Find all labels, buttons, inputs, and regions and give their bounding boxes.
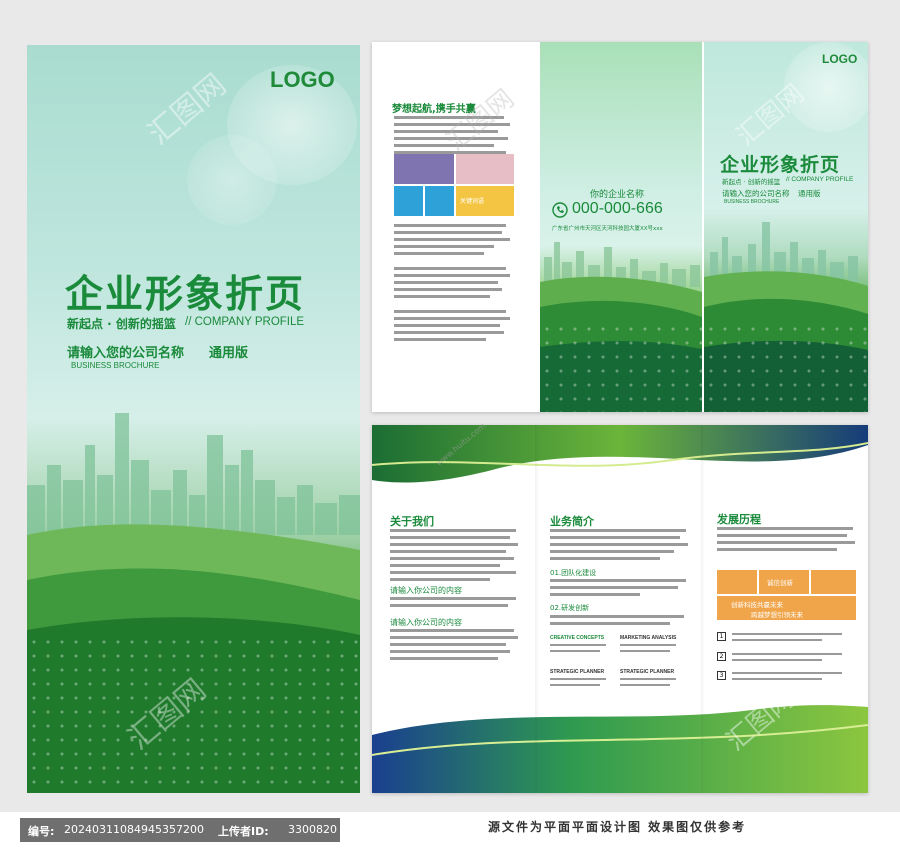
grid-title-3: STRATEGIC PLANNER: [550, 669, 605, 675]
phone-icon: [552, 202, 568, 218]
text-block: [620, 678, 680, 690]
footer-notice: 源文件为平面平面设计图 效果图仅供参考: [488, 820, 747, 834]
grid-title-4: STRATEGIC PLANNER: [620, 669, 675, 675]
cover-brochure-en: BUSINESS BROCHURE: [71, 361, 160, 370]
history-box-2: 创新科技共赢未来: [731, 601, 783, 609]
front-subtitle-en: // COMPANY PROFILE: [786, 176, 854, 183]
cover-company-prompt: 请输入您的公司名称: [67, 346, 185, 361]
front-subtitle-cn: 新起点 · 创新的摇篮: [722, 178, 781, 186]
tile-label: 关键词语: [460, 199, 485, 205]
text-block: [390, 529, 520, 585]
history-title: 发展历程: [717, 513, 761, 526]
cover-logo: LOGO: [270, 67, 335, 92]
about-title: 关于我们: [390, 515, 434, 528]
text-block: [732, 633, 852, 645]
text-block: [394, 224, 512, 345]
cover-subtitle-cn: 新起点 · 创新的摇篮: [67, 317, 176, 331]
history-tile: 诚信创新: [759, 570, 809, 594]
grid-title-2: MARKETING ANALYSIS: [620, 635, 677, 641]
contact-phone: 000-000-666: [572, 200, 663, 217]
business-sub-1: 01.团队化建设: [550, 569, 597, 577]
history-tile: 创新科技共赢未来 跨越梦想引领未来: [717, 596, 856, 620]
dot-pattern: [704, 322, 868, 412]
footer-uploader-value: 3300820: [288, 823, 337, 836]
front-company-prompt: 请输入您的公司名称: [722, 189, 790, 198]
grid-title-1: CREATIVE CONCEPTS: [550, 635, 605, 641]
text-block: [390, 597, 520, 611]
front-edition: 通用版: [798, 189, 821, 198]
history-tile: [811, 570, 856, 594]
cover-edition: 通用版: [209, 346, 249, 361]
history-step-1: 1: [717, 632, 726, 641]
color-tile: 关键词语: [456, 186, 514, 216]
text-block: [732, 653, 852, 665]
contact-address: 广东省广州市天河区天河科技园大厦XX号xxx: [552, 226, 663, 232]
history-step-3: 3: [717, 671, 726, 680]
text-block: [390, 629, 520, 664]
cover-title: 企业形象折页: [65, 272, 306, 316]
text-block: [550, 615, 690, 629]
about-input-2: 请输入你公司的内容: [390, 618, 462, 627]
fold-line: [701, 425, 705, 793]
text-block: [550, 644, 610, 656]
text-block: [550, 579, 690, 600]
footer-id-label: 编号:: [28, 825, 55, 838]
footer-uploader-label: 上传者ID:: [218, 825, 269, 838]
history-box-1: 诚信创新: [767, 579, 793, 587]
footer-id-box: 编号: 20240311084945357200 上传者ID: 3300820: [20, 818, 340, 842]
front-logo: LOGO: [822, 52, 858, 66]
text-block: [620, 644, 680, 656]
dot-pattern: [540, 322, 702, 412]
fold-line: [535, 425, 539, 793]
color-tile: [456, 154, 514, 184]
business-title: 业务简介: [550, 515, 594, 528]
text-block: [717, 527, 857, 555]
text-block: [732, 672, 852, 684]
color-tile: [425, 186, 454, 216]
text-block: [550, 529, 690, 564]
text-block: [550, 678, 610, 690]
color-tile: [394, 154, 454, 184]
front-title: 企业形象折页: [720, 154, 841, 176]
business-sub-2: 02.研发创新: [550, 604, 590, 612]
bottom-spread: 关于我们 请输入你公司的内容 请输入你公司的内容 业务简介 01.团队化建设 0…: [372, 425, 868, 793]
color-tile: [394, 186, 423, 216]
contact-panel: 你的企业名称 000-000-666 广东省广州市天河区天河科技园大厦XX号xx…: [540, 42, 702, 412]
contact-label: 你的企业名称: [590, 190, 645, 200]
cover-subtitle-en: // COMPANY PROFILE: [185, 316, 305, 328]
history-box-3: 跨越梦想引领未来: [751, 611, 803, 619]
top-wave: [372, 425, 868, 483]
footer-bar: 编号: 20240311084945357200 上传者ID: 3300820 …: [0, 812, 900, 852]
footer-id-value: 20240311084945357200: [64, 823, 204, 836]
history-tile: [717, 570, 757, 594]
front-brochure-en: BUSINESS BROCHURE: [724, 199, 780, 205]
bokeh-light: [187, 135, 277, 225]
about-input-1: 请输入你公司的内容: [390, 586, 462, 595]
history-step-2: 2: [717, 652, 726, 661]
